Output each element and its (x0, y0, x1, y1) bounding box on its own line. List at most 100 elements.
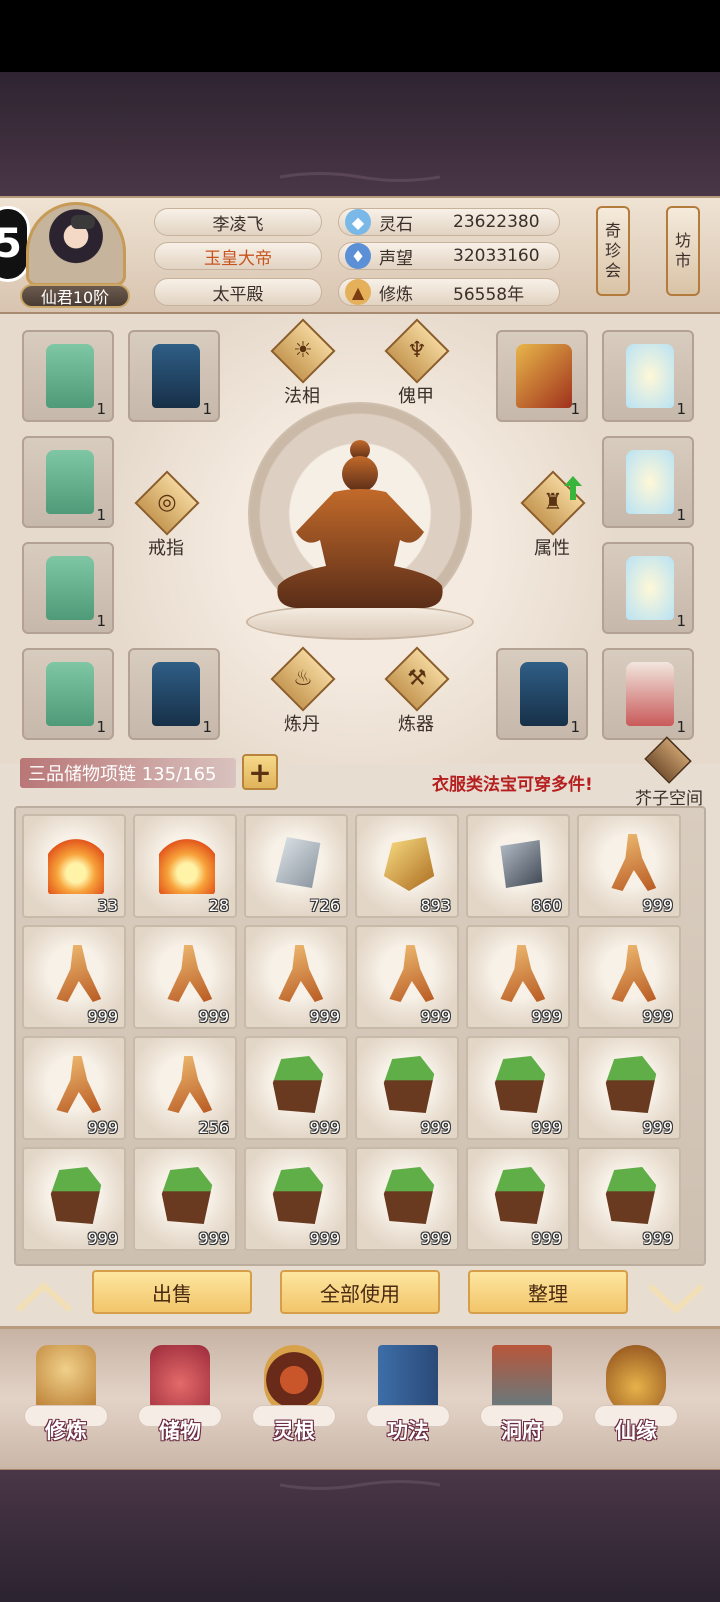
item-count: 999 (87, 1118, 118, 1137)
nav-cultivate[interactable]: 修炼 (16, 1341, 116, 1461)
meditating-figure (277, 440, 443, 608)
equip-slot[interactable]: 1 (602, 542, 694, 634)
use-all-button[interactable]: 全部使用 (280, 1270, 440, 1314)
blue-cloak-icon (152, 662, 200, 726)
item-count: 893 (420, 896, 451, 915)
jade-robe-icon (46, 450, 94, 514)
nav-storage[interactable]: 储物 (130, 1341, 230, 1461)
leaf-root-icon (605, 1056, 657, 1113)
seated-sage-icon: ☀ (293, 338, 313, 363)
equip-slot[interactable]: 1 (22, 330, 114, 422)
inventory-cell[interactable]: 999 (466, 925, 570, 1029)
inventory-cell[interactable]: 999 (466, 1036, 570, 1140)
inventory-cell[interactable]: 893 (355, 814, 459, 918)
inventory-cell[interactable]: 33 (22, 814, 126, 918)
inventory-cell[interactable]: 28 (133, 814, 237, 918)
puppet-armor-button[interactable]: ♆ 傀甲 (376, 318, 456, 412)
item-count: 999 (531, 1118, 562, 1137)
inventory-cell[interactable]: 860 (466, 814, 570, 918)
ginseng-icon (389, 945, 435, 1002)
nav-cave[interactable]: 洞府 (472, 1341, 572, 1461)
inventory-cell[interactable]: 999 (244, 1147, 348, 1251)
attributes-button[interactable]: ♜ 属性 (512, 470, 592, 564)
market-button[interactable]: 坊 市 (666, 206, 700, 296)
inventory-cell[interactable]: 999 (355, 925, 459, 1029)
ginseng-icon (167, 945, 213, 1002)
mustard-space-button[interactable]: 芥子空间 (628, 736, 710, 810)
inventory-cell[interactable]: 999 (577, 1036, 681, 1140)
item-count: 999 (309, 1118, 340, 1137)
equip-slot[interactable]: 1 (496, 330, 588, 422)
player-title: 玉皇大帝 (154, 242, 322, 270)
player-sect: 太平殿 (154, 278, 322, 306)
nav-label: 功法 (387, 1419, 429, 1443)
item-count: 999 (198, 1229, 229, 1248)
resource-value: 32033160 (453, 246, 540, 266)
equip-slot[interactable]: 1 (22, 648, 114, 740)
item-count: 999 (531, 1229, 562, 1248)
sell-button[interactable]: 出售 (92, 1270, 252, 1314)
forging-button[interactable]: ⚒ 炼器 (376, 646, 456, 740)
inventory-cell[interactable]: 999 (22, 1036, 126, 1140)
equip-slot[interactable]: 1 (602, 648, 694, 740)
celestial-armor-icon (626, 344, 674, 408)
inventory-cell[interactable]: 999 (244, 925, 348, 1029)
equip-slot[interactable]: 1 (22, 542, 114, 634)
item-count: 999 (420, 1007, 451, 1026)
nav-destiny[interactable]: 仙缘 (586, 1341, 686, 1461)
tag-char: 珍 (604, 241, 621, 260)
inventory-cell[interactable]: 999 (133, 1147, 237, 1251)
inventory-cell[interactable]: 999 (22, 1147, 126, 1251)
ginseng-icon (611, 945, 657, 1002)
nav-label: 灵根 (273, 1419, 315, 1443)
tag-char: 会 (604, 261, 621, 280)
inventory-cell[interactable]: 999 (577, 925, 681, 1029)
slot-count: 1 (570, 400, 580, 418)
treasure-fair-button[interactable]: 奇 珍 会 (596, 206, 630, 296)
player-header: 5 仙君10阶 李凌飞 玉皇大帝 太平殿 ◆ 灵石 23622380 ♦ 声望 … (0, 196, 720, 314)
resource-reputation: ♦ 声望 32033160 (338, 242, 560, 270)
resource-spirit-stone: ◆ 灵石 23622380 (338, 208, 560, 236)
alchemy-button[interactable]: ♨ 炼丹 (262, 646, 342, 740)
func-label: 法相 (284, 386, 320, 407)
equip-slot[interactable]: 1 (22, 436, 114, 528)
equip-slot[interactable]: 1 (496, 648, 588, 740)
celestial-armor-icon (626, 450, 674, 514)
inventory-cell[interactable]: 999 (133, 925, 237, 1029)
anvil-icon: ⚒ (407, 666, 427, 691)
inventory-cell[interactable]: 256 (133, 1036, 237, 1140)
inventory-cell[interactable]: 999 (577, 1147, 681, 1251)
equip-slot[interactable]: 1 (602, 436, 694, 528)
equip-slot[interactable]: 1 (602, 330, 694, 422)
item-count: 999 (642, 1229, 673, 1248)
item-count: 999 (198, 1007, 229, 1026)
expand-storage-button[interactable]: + (242, 754, 278, 790)
scroll-down-icon[interactable] (646, 1280, 706, 1316)
inventory-cell[interactable]: 999 (244, 1036, 348, 1140)
leaf-root-icon (161, 1167, 213, 1224)
inventory-cell[interactable]: 999 (22, 925, 126, 1029)
dharma-form-button[interactable]: ☀ 法相 (262, 318, 342, 412)
inventory-cell[interactable]: 999 (355, 1036, 459, 1140)
ginseng-icon (56, 945, 102, 1002)
inventory-cell[interactable]: 999 (466, 1147, 570, 1251)
nav-spirit-root[interactable]: 灵根 (244, 1341, 344, 1461)
tag-char: 奇 (604, 221, 621, 240)
nav-techniques[interactable]: 功法 (358, 1341, 458, 1461)
scroll-up-icon[interactable] (14, 1280, 74, 1316)
sort-button[interactable]: 整理 (468, 1270, 628, 1314)
inventory-cell[interactable]: 999 (577, 814, 681, 918)
item-count: 726 (309, 896, 340, 915)
rank-plate: 仙君10阶 (20, 284, 130, 308)
resource-value: 23622380 (453, 212, 540, 232)
inventory-cell[interactable]: 999 (355, 1147, 459, 1251)
inventory-cell[interactable]: 726 (244, 814, 348, 918)
gold-ore-icon (383, 837, 435, 891)
equip-slot[interactable]: 1 (128, 648, 220, 740)
leaf-root-icon (494, 1167, 546, 1224)
ring-button[interactable]: ◎ 戒指 (126, 470, 206, 564)
ring-icon: ◎ (157, 490, 177, 515)
nav-label: 修炼 (45, 1419, 87, 1443)
equip-slot[interactable]: 1 (128, 330, 220, 422)
player-avatar[interactable] (26, 202, 126, 286)
